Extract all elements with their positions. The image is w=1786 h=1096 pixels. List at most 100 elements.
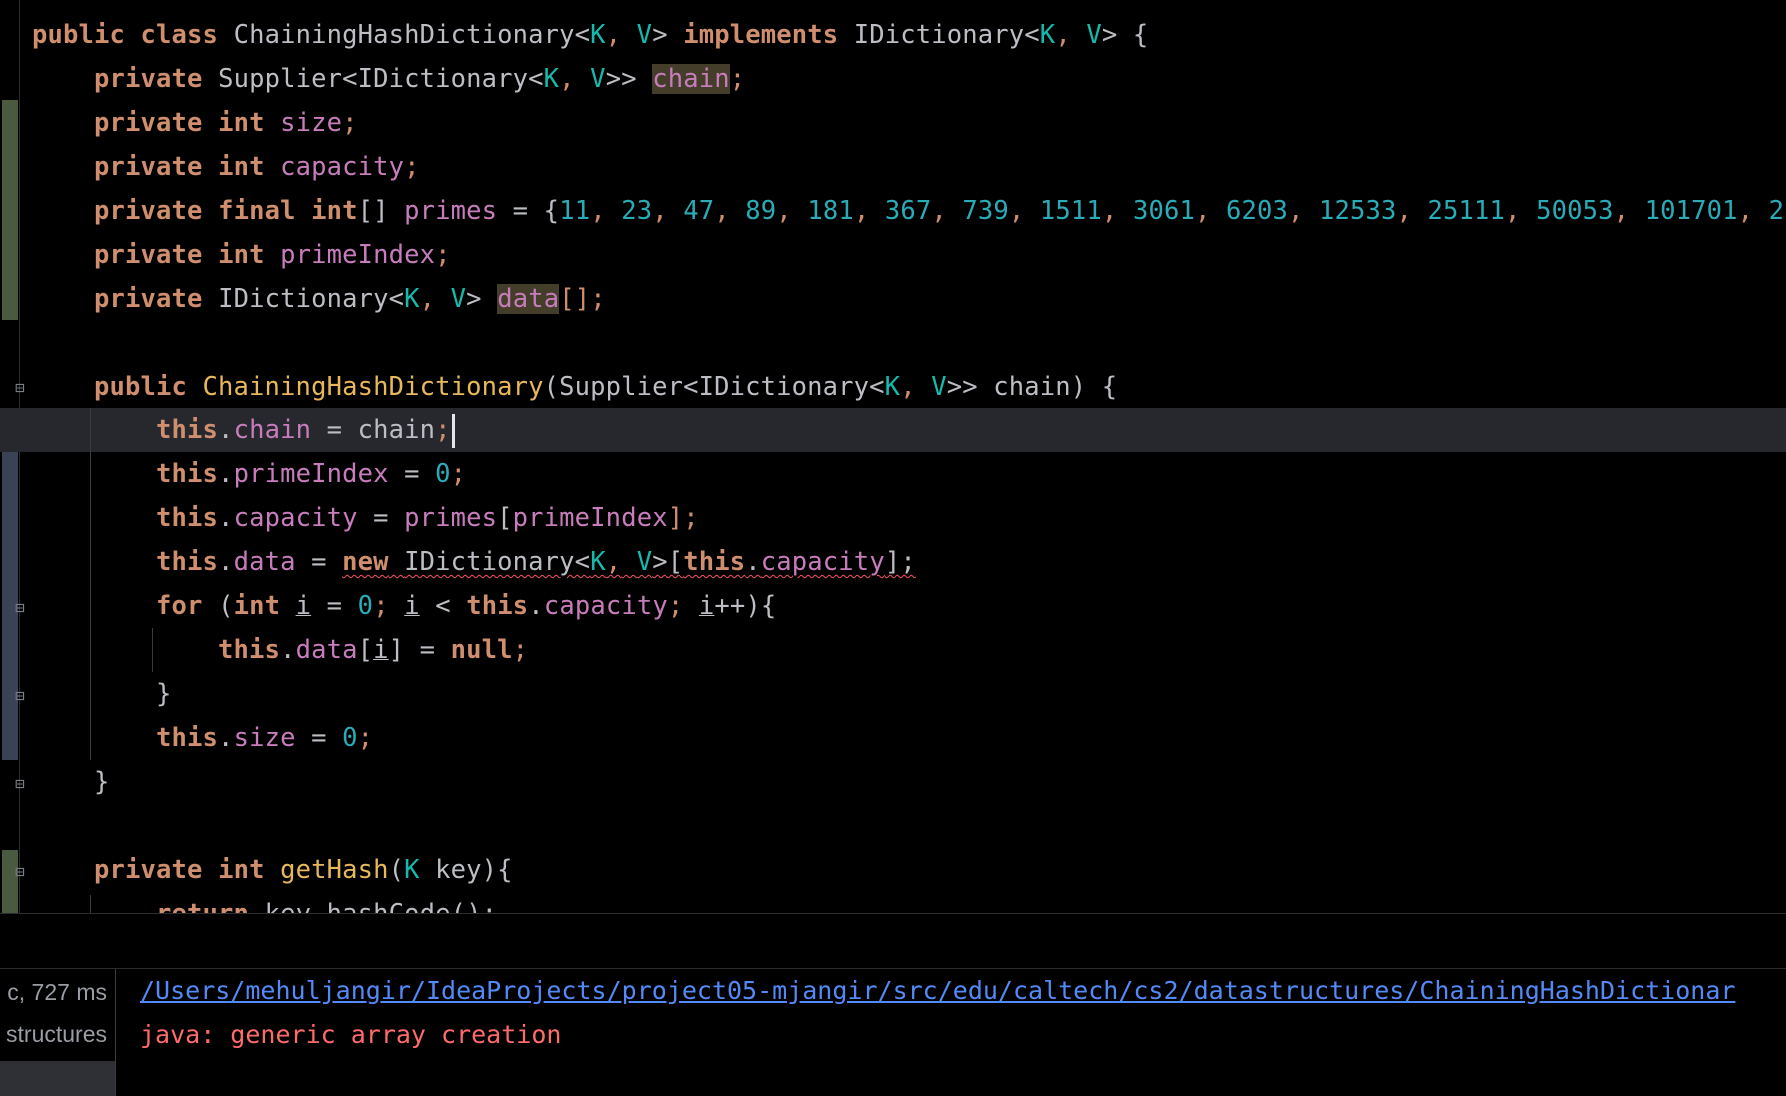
change-marker[interactable] (2, 100, 18, 320)
field-primes[interactable]: primes (404, 196, 497, 226)
keyword: class (140, 20, 219, 50)
code-text: = (311, 547, 327, 577)
loop-variable[interactable]: i (373, 635, 389, 665)
field-capacity[interactable]: capacity (234, 503, 358, 533)
fold-icon[interactable]: ⊟ (10, 861, 30, 883)
field-chain[interactable]: chain (652, 64, 730, 94)
punctuation: , (853, 196, 885, 226)
field-primeIndex[interactable]: primeIndex (234, 459, 389, 489)
unfold-icon[interactable]: ⊟ (10, 773, 30, 795)
field-capacity[interactable]: capacity (544, 591, 668, 621)
code-line[interactable]: private Supplier<IDictionary<K, V>> chai… (32, 57, 745, 101)
code-text: . (528, 591, 544, 621)
code-line[interactable]: this.data = new IDictionary<K, V>[this.c… (32, 540, 916, 584)
code-text: . (218, 547, 234, 577)
code-editor[interactable]: ⊟ ⊟ ⊟ ⊟ ⊟ public class ChainingHashDicti… (0, 0, 1786, 913)
code-text: . (218, 459, 234, 489)
code-line[interactable]: this.primeIndex = 0; (32, 452, 466, 496)
constructor-name[interactable]: ChainingHashDictionary (203, 372, 544, 402)
field-capacity[interactable]: capacity (280, 152, 404, 182)
keyword: return (156, 899, 249, 913)
field-data[interactable]: data (234, 547, 296, 577)
fold-icon[interactable]: ⊟ (10, 597, 30, 619)
code-text: = chain (326, 415, 436, 445)
punctuation: ; (450, 459, 467, 489)
punctuation: , (1396, 196, 1428, 226)
field-primes[interactable]: primes (404, 503, 497, 533)
code-line[interactable]: } (32, 672, 172, 716)
code-text: . (280, 635, 296, 665)
loop-variable[interactable]: i (699, 591, 715, 621)
field-size[interactable]: size (234, 723, 296, 753)
keyword: private (94, 196, 203, 226)
code-line[interactable]: private IDictionary<K, V> data[]; (32, 277, 606, 321)
code-line[interactable]: return key.hashCode(); (32, 892, 497, 913)
field-capacity[interactable]: capacity (761, 547, 885, 577)
code-line[interactable]: this.size = 0; (32, 716, 373, 760)
loop-variable[interactable]: i (404, 591, 420, 621)
unfold-icon[interactable]: ⊟ (10, 685, 30, 707)
code-line[interactable]: private final int[] primes = {11, 23, 47… (32, 189, 1784, 233)
prime-number: 181 (807, 196, 854, 226)
keyword-this: this (156, 415, 219, 445)
code-text: > { (1101, 20, 1149, 50)
error-file-link[interactable]: /Users/mehuljangir/IdeaProjects/project0… (140, 976, 1735, 1005)
punctuation: , (419, 284, 436, 314)
keyword-this: this (218, 635, 281, 665)
keyword: private (94, 152, 203, 182)
panel-separator (0, 968, 1786, 969)
code-text: . (218, 723, 234, 753)
type-param: K (590, 547, 606, 577)
field-primeIndex[interactable]: primeIndex (280, 240, 435, 270)
error-message: java: generic array creation (140, 1020, 562, 1049)
code-line[interactable]: private int capacity; (32, 145, 420, 189)
code-line[interactable]: for (int i = 0; i < this.capacity; i++){ (32, 584, 776, 628)
keyword: private (94, 855, 203, 885)
build-tree-item[interactable]: c, 727 ms (7, 979, 107, 1006)
keyword: public (32, 20, 126, 50)
code-line[interactable]: this.capacity = primes[primeIndex]; (32, 496, 699, 540)
keyword: int (233, 591, 281, 621)
build-tree-item[interactable]: structures (6, 1021, 107, 1048)
code-line[interactable]: public ChainingHashDictionary(Supplier<I… (32, 365, 1117, 409)
code-line[interactable]: this.data[i] = null; (32, 628, 528, 672)
prime-number: 6203 (1225, 196, 1288, 226)
type-param: K (404, 284, 420, 314)
field-data[interactable]: data (296, 635, 358, 665)
punctuation: []; (559, 284, 606, 314)
field-size[interactable]: size (280, 108, 342, 138)
build-output-panel: c, 727 ms structures /Users/mehuljangir/… (0, 914, 1786, 1096)
code-text: ] = (388, 635, 436, 665)
code-line[interactable]: private int primeIndex; (32, 233, 451, 277)
code-text: ( (218, 591, 234, 621)
punctuation: , (776, 196, 808, 226)
code-line[interactable]: } (32, 760, 110, 804)
interface-name: IDictionary< (853, 20, 1040, 50)
fold-icon[interactable]: ⊟ (10, 377, 30, 399)
code-line[interactable]: private int getHash(K key){ (32, 848, 513, 892)
error-expression[interactable]: new IDictionary<K, V>[this.capacity]; (342, 547, 916, 577)
change-marker[interactable] (2, 408, 18, 760)
build-tree-selection[interactable] (0, 1061, 115, 1096)
build-tree[interactable]: c, 727 ms structures (0, 969, 116, 1096)
code-line[interactable]: private int size; (32, 101, 358, 145)
keyword: int (218, 152, 265, 182)
code-text: >[ (652, 547, 684, 577)
prime-number: 23 (621, 196, 653, 226)
code-text: . (218, 503, 234, 533)
field-chain[interactable]: chain (234, 415, 312, 445)
punctuation: ; (435, 415, 451, 445)
keyword-this: this (156, 459, 219, 489)
keyword: private (94, 64, 203, 94)
code-line[interactable]: public class ChainingHashDictionary<K, V… (32, 13, 1148, 57)
method-name[interactable]: getHash (280, 855, 389, 885)
field-data[interactable]: data (497, 284, 560, 314)
punctuation: , (652, 196, 684, 226)
keyword: int (311, 196, 358, 226)
type-param: V (636, 20, 653, 50)
code-line[interactable]: this.chain = chain; (32, 408, 455, 452)
loop-variable[interactable]: i (296, 591, 312, 621)
type-param: K (884, 372, 901, 402)
punctuation: , (605, 20, 622, 50)
field-primeIndex[interactable]: primeIndex (513, 503, 668, 533)
